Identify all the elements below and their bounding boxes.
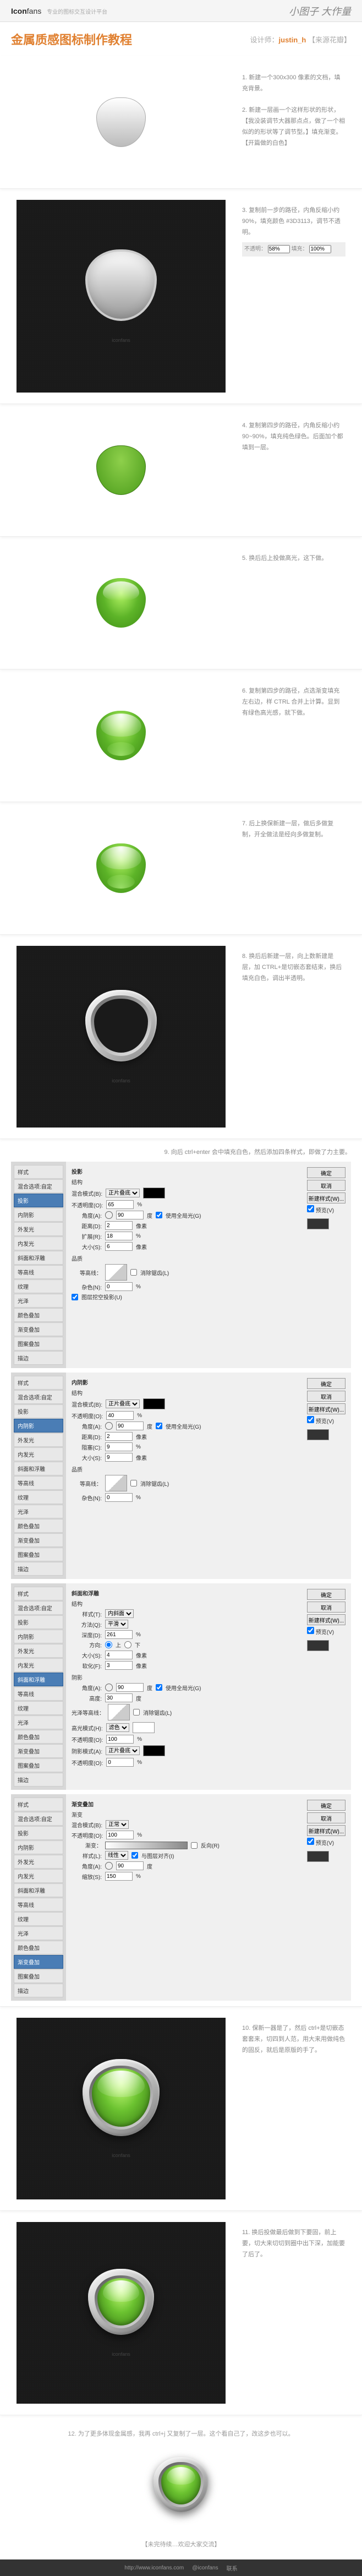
contour-picker[interactable]: [105, 1264, 127, 1281]
green-highlight-2: [96, 711, 146, 760]
step-3: iconfans 3. 复制前一步的路径，内角反缩小约 90%，填充颜色 #3D…: [0, 189, 362, 404]
step-5: 5. 换后后上投做高光，这下做。: [0, 537, 362, 669]
fill-input[interactable]: [309, 245, 331, 253]
footer-bar: http://www.iconfans.com @iconfans 联系: [0, 2559, 362, 2576]
ps-panel-shadow: 样式 混合选项:自定 投影 内阴影 外发光 内发光 斜面和浮雕 等高线 纹理 光…: [11, 1162, 351, 1368]
preview-swatch: [307, 1218, 329, 1229]
step-1-2: 1. 新建一个300x300 像素的文档，填充背景。 2. 新建一层画一个这样形…: [0, 56, 362, 189]
distance-field[interactable]: [105, 1221, 133, 1230]
step-12: 12. 为了更多体现金属感，我再 ctrl+j 又复制了一层。这个看自己了，改这…: [0, 2415, 362, 2529]
preview-check[interactable]: [307, 1205, 314, 1212]
step-8: iconfans 8. 换后后新建一层，向上数新建是层，加 CTRL+是切嵌态套…: [0, 935, 362, 1139]
ps-styles-list: 样式 混合选项:自定 投影 内阴影 外发光 内发光 斜面和浮雕 等高线 纹理 光…: [11, 1162, 66, 1368]
color-swatch[interactable]: [143, 1188, 165, 1199]
new-style-button[interactable]: 新建样式(W)...: [307, 1192, 345, 1203]
end-note: 【未完待续…欢迎大家交流】: [142, 2541, 221, 2548]
ok-button[interactable]: 确定: [307, 1167, 345, 1178]
step-10: iconfans 10. 保新一器是了，然后 ctrl+是切嵌态套套来，切四到人…: [0, 2007, 362, 2211]
style-item[interactable]: 斜面和浮雕: [14, 1251, 63, 1265]
green-shape: [96, 445, 146, 495]
style-item[interactable]: 样式: [14, 1165, 63, 1179]
style-item[interactable]: 描边: [14, 1351, 63, 1365]
spread-field[interactable]: [105, 1232, 133, 1240]
opacity-field[interactable]: [106, 1200, 134, 1209]
step-6: 6. 复制第四步的路径，点选渐变填充左右边，样 CTRL 合并上计算。显到有绿色…: [0, 669, 362, 802]
size-field[interactable]: [105, 1242, 133, 1251]
ps-panel-inner-shadow: 样式 混合选项:自定 投影 内阴影 外发光 内发光 斜面和浮雕 等高线 纹理 光…: [11, 1373, 351, 1579]
green-highlight-3: [96, 843, 146, 893]
step-9: 9. 向后 ctrl+enter 会中填充白色，然后添加四条样式，即做了力主要。…: [0, 1139, 362, 2007]
noise-field[interactable]: [105, 1282, 133, 1291]
opacity-input[interactable]: [268, 245, 290, 253]
style-item[interactable]: 混合选项:自定: [14, 1179, 63, 1193]
footer-url[interactable]: http://www.iconfans.com: [124, 2565, 184, 2571]
metal-shape: [85, 249, 157, 321]
step-11: iconfans 11. 换后投做最后做到下要固，前上要，切大来切切到圈中出下深…: [0, 2211, 362, 2415]
slogan: 小图子 大作量: [289, 4, 351, 18]
opacity-panel: 不透明： 填充：: [242, 242, 345, 257]
base-shape: [96, 97, 146, 147]
style-item-active[interactable]: 投影: [14, 1194, 63, 1207]
ring-shape: [85, 990, 157, 1061]
step-4: 4. 复制第四步的路径，内角反缩小约 90~90%，填充纯色绿色。后面加个都填到…: [0, 404, 362, 537]
page-title: 金属质感图标制作教程: [11, 30, 132, 48]
style-item[interactable]: 内发光: [14, 1237, 63, 1250]
blend-select[interactable]: 正片叠底: [106, 1189, 140, 1197]
final-icon-small: [153, 2457, 209, 2512]
footer-weibo[interactable]: @iconfans: [192, 2565, 218, 2571]
antialias-check[interactable]: [130, 1269, 137, 1276]
style-item[interactable]: 纹理: [14, 1279, 63, 1293]
header: Iconfans 专业的图标交互设计平台 小图子 大作量: [0, 0, 362, 22]
style-item[interactable]: 等高线: [14, 1265, 63, 1279]
ps-panel-gradient: 样式 混合选项:自定 投影 内阴影 外发光 内发光 斜面和浮雕 等高线 纹理 光…: [11, 1794, 351, 2001]
green-highlight: [96, 578, 146, 628]
title-row: 金属质感图标制作教程 设计师：justin_h 【来源花瓣】: [0, 22, 362, 56]
cancel-button[interactable]: 取消: [307, 1180, 345, 1191]
final-icon-2: [88, 2269, 154, 2335]
style-item[interactable]: 光泽: [14, 1294, 63, 1308]
angle-field[interactable]: [116, 1211, 144, 1219]
style-item[interactable]: 外发光: [14, 1222, 63, 1236]
style-item[interactable]: 颜色叠加: [14, 1308, 63, 1322]
signature: iconfans: [112, 337, 130, 343]
step-7: 7. 后上换保新建一层，做后多做复制，开全做法是经向多做复制。: [0, 802, 362, 935]
global-light-check[interactable]: [156, 1212, 162, 1218]
style-item[interactable]: 内阴影: [14, 1208, 63, 1222]
gradient-picker[interactable]: [105, 1842, 188, 1849]
logo: Iconfans 专业的图标交互设计平台: [11, 7, 107, 15]
final-icon-1: [83, 2059, 160, 2136]
style-item[interactable]: 图案叠加: [14, 1337, 63, 1350]
ps-panel-bevel: 样式 混合选项:自定 投影 内阴影 外发光 内发光 斜面和浮雕 等高线 纹理 光…: [11, 1583, 351, 1790]
knockout-check[interactable]: [72, 1294, 78, 1300]
designer-credit: 设计师：justin_h 【来源花瓣】: [250, 34, 352, 45]
footer-contact[interactable]: 联系: [227, 2564, 238, 2572]
style-item[interactable]: 渐变叠加: [14, 1322, 63, 1336]
angle-dial[interactable]: [105, 1211, 113, 1219]
